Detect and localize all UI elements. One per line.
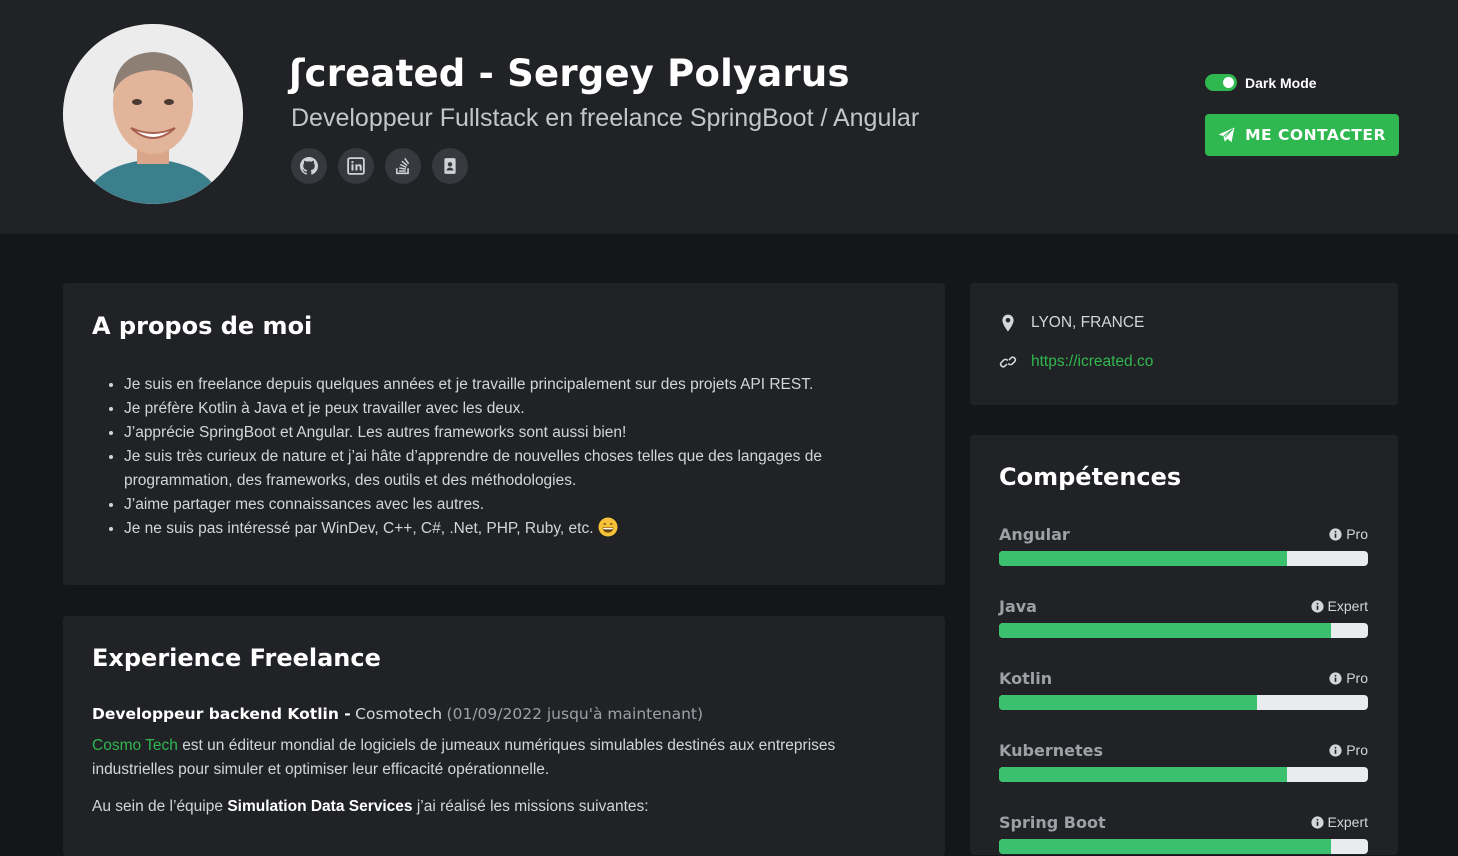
avatar-photo bbox=[63, 24, 243, 204]
stackoverflow-icon bbox=[396, 157, 410, 175]
contact-button[interactable]: ME CONTACTER bbox=[1205, 114, 1399, 156]
about-list: Je suis en freelance depuis quelques ann… bbox=[124, 373, 844, 541]
skill-name: Angular bbox=[999, 525, 1070, 544]
skill-progress-bar bbox=[999, 551, 1368, 566]
website-row: https://icreated.co bbox=[999, 353, 1153, 371]
skill-progress-bar bbox=[999, 767, 1368, 782]
skill-level[interactable]: Expert bbox=[1310, 598, 1368, 614]
skill-level-label: Expert bbox=[1327, 598, 1368, 614]
list-item: Je préfère Kotlin à Java et je peux trav… bbox=[124, 397, 844, 421]
skill-level[interactable]: Pro bbox=[1329, 526, 1368, 542]
link-icon bbox=[999, 356, 1017, 368]
info-circle-icon bbox=[1329, 743, 1342, 757]
skill-level[interactable]: Pro bbox=[1329, 670, 1368, 686]
experience-period: (01/09/2022 jusqu'à maintenant) bbox=[446, 705, 704, 723]
info-circle-icon bbox=[1310, 599, 1324, 613]
dark-mode-label: Dark Mode bbox=[1245, 74, 1317, 91]
info-circle-icon bbox=[1310, 815, 1324, 829]
skill-level-label: Pro bbox=[1346, 526, 1368, 542]
experience-title: Experience Freelance bbox=[92, 644, 381, 672]
skill-name: Spring Boot bbox=[999, 813, 1106, 832]
page-title: ʃcreated - Sergey Polyarus bbox=[289, 52, 850, 95]
skill-level[interactable]: Pro bbox=[1329, 742, 1368, 758]
dark-mode-switch: Dark Mode bbox=[1205, 74, 1317, 91]
info-circle-icon bbox=[1329, 527, 1342, 541]
website-link[interactable]: https://icreated.co bbox=[1031, 353, 1153, 371]
list-item: Je ne suis pas intéressé par WinDev, C++… bbox=[124, 517, 844, 541]
location-city: LYON, FRANCE bbox=[1031, 314, 1145, 331]
experience-team: Au sein de l’équipe Simulation Data Serv… bbox=[92, 798, 649, 815]
skill-progress-fill bbox=[999, 551, 1287, 566]
experience-description: Cosmo Tech est un éditeur mondial de log… bbox=[92, 734, 872, 782]
info-circle-icon bbox=[1329, 671, 1342, 685]
github-icon bbox=[300, 157, 318, 175]
github-link[interactable] bbox=[291, 148, 327, 184]
skill-progress-bar bbox=[999, 623, 1368, 638]
stackoverflow-link[interactable] bbox=[385, 148, 421, 184]
skills-title: Compétences bbox=[999, 463, 1182, 491]
skill-level-label: Pro bbox=[1346, 670, 1368, 686]
paper-plane-icon bbox=[1218, 127, 1235, 142]
dark-mode-toggle[interactable] bbox=[1205, 74, 1237, 91]
skill-progress-bar bbox=[999, 695, 1368, 710]
skill-progress-fill bbox=[999, 839, 1332, 854]
social-links bbox=[291, 148, 468, 184]
contact-card-icon bbox=[444, 158, 456, 174]
experience-heading: Developpeur backend Kotlin - Cosmotech (… bbox=[92, 705, 703, 724]
team-name: Simulation Data Services bbox=[227, 798, 413, 815]
location-row: LYON, FRANCE bbox=[999, 314, 1144, 332]
page-subtitle: Developpeur Fullstack en freelance Sprin… bbox=[291, 104, 920, 132]
skill-name: Java bbox=[999, 597, 1037, 616]
location-card: LYON, FRANCE https://icreated.co bbox=[970, 283, 1398, 405]
skill-progress-fill bbox=[999, 767, 1287, 782]
about-title: A propos de moi bbox=[92, 312, 313, 340]
profile-header: ʃcreated - Sergey Polyarus Developpeur F… bbox=[0, 0, 1458, 234]
experience-card: Experience Freelance Developpeur backend… bbox=[63, 616, 945, 856]
about-card: A propos de moi Je suis en freelance dep… bbox=[63, 283, 945, 585]
company-link[interactable]: Cosmo Tech bbox=[92, 737, 178, 754]
skill-progress-fill bbox=[999, 623, 1332, 638]
list-item: J’aime partager mes connaissances avec l… bbox=[124, 493, 844, 517]
experience-description-text: est un éditeur mondial de logiciels de j… bbox=[92, 737, 836, 778]
avatar bbox=[63, 24, 243, 204]
grinning-emoji-icon bbox=[598, 517, 618, 537]
skills-card: Compétences Angular Pro Java Expert Kotlin Pr… bbox=[970, 435, 1398, 855]
contact-button-label: ME CONTACTER bbox=[1245, 126, 1386, 144]
list-item: J’apprécie SpringBoot et Angular. Les au… bbox=[124, 421, 844, 445]
skill-level-label: Expert bbox=[1327, 814, 1368, 830]
experience-role: Developpeur backend Kotlin - bbox=[92, 705, 351, 723]
skill-progress-bar bbox=[999, 839, 1368, 854]
skill-name: Kotlin bbox=[999, 669, 1053, 688]
map-marker-icon bbox=[1002, 314, 1014, 332]
skill-name: Kubernetes bbox=[999, 741, 1103, 760]
skill-progress-fill bbox=[999, 695, 1258, 710]
contact-card-link[interactable] bbox=[432, 148, 468, 184]
skill-level-label: Pro bbox=[1346, 742, 1368, 758]
list-item: Je suis en freelance depuis quelques ann… bbox=[124, 373, 844, 397]
experience-company: Cosmotech bbox=[355, 705, 443, 723]
linkedin-icon bbox=[347, 157, 365, 175]
list-item: Je suis très curieux de nature et j’ai h… bbox=[124, 445, 844, 493]
linkedin-link[interactable] bbox=[338, 148, 374, 184]
skill-level[interactable]: Expert bbox=[1310, 814, 1368, 830]
